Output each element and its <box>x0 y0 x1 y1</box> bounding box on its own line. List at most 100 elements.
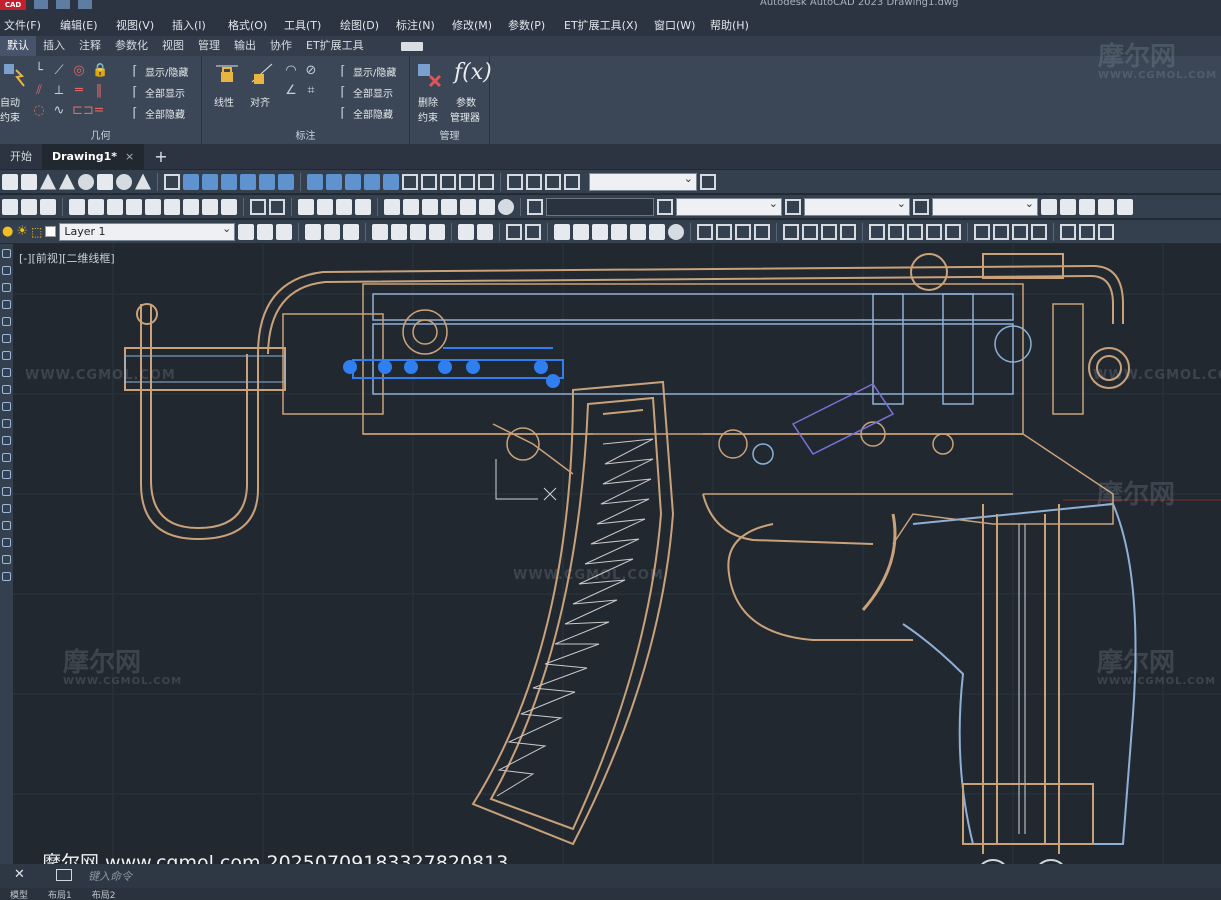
tolerance-icon[interactable] <box>974 223 991 240</box>
union-icon[interactable] <box>183 173 199 190</box>
dimension-show-hide-button[interactable]: ⌈ 显示/隐藏 <box>336 64 396 79</box>
tab-manage[interactable]: 管理 <box>191 36 227 56</box>
dim-update-icon[interactable] <box>1098 223 1115 240</box>
help-icon[interactable] <box>498 198 514 215</box>
quick-access-icon[interactable] <box>78 0 92 9</box>
pan-icon[interactable] <box>298 198 314 215</box>
dim-continue-icon[interactable] <box>907 223 924 240</box>
tab-layout2[interactable]: 布局2 <box>92 888 116 900</box>
jogged-linear-icon[interactable] <box>1031 223 1048 240</box>
zoom-previous-icon[interactable] <box>355 198 371 215</box>
publish-icon[interactable] <box>107 198 123 215</box>
tab-output[interactable]: 输出 <box>227 36 263 56</box>
tab-home[interactable]: 默认 <box>0 36 36 56</box>
props2-icon[interactable] <box>554 223 571 240</box>
sphere-icon[interactable] <box>78 173 94 190</box>
layer-properties-icon[interactable] <box>257 223 274 240</box>
zoom-realtime-icon[interactable] <box>317 198 333 215</box>
layer-unisolate-icon[interactable] <box>1098 198 1114 215</box>
layer-combo[interactable]: Layer 1 <box>59 221 236 241</box>
viewport-controls-label[interactable]: [-][前视][二维线框] <box>19 250 115 266</box>
dimension-show-all-button[interactable]: ⌈ 全部显示 <box>336 85 393 100</box>
undo2-icon[interactable] <box>506 223 523 240</box>
command-history-icon[interactable] <box>56 869 72 881</box>
dim-linear-icon[interactable] <box>697 223 714 240</box>
dim-aligned-icon[interactable] <box>716 223 733 240</box>
save2-icon[interactable] <box>343 223 360 240</box>
table-style-combo[interactable] <box>804 196 910 216</box>
cut2-icon[interactable] <box>458 223 475 240</box>
3d-dwf-icon[interactable] <box>126 198 142 215</box>
match-props-icon[interactable] <box>202 198 218 215</box>
tp2-icon[interactable] <box>592 223 609 240</box>
open2-icon[interactable] <box>324 223 341 240</box>
tab-layout1[interactable]: 布局1 <box>48 888 72 900</box>
dim-jogged-icon[interactable] <box>802 223 819 240</box>
redo2-icon[interactable] <box>525 223 542 240</box>
menu-draw[interactable]: 绘图(D) <box>336 17 392 33</box>
layer-match-icon[interactable] <box>1117 198 1133 215</box>
layer-previous-icon[interactable] <box>1060 198 1076 215</box>
mtext-icon[interactable] <box>2 555 11 564</box>
dim-arc-icon[interactable] <box>735 223 752 240</box>
ellipse-arc-icon[interactable] <box>2 419 11 428</box>
interfere-icon[interactable] <box>440 173 456 190</box>
save-icon[interactable] <box>40 198 56 215</box>
menu-insert[interactable]: 插入(I) <box>168 17 224 33</box>
intersect-icon[interactable] <box>221 173 237 190</box>
auto-constrain-label-1[interactable]: 自动 <box>0 94 20 109</box>
perpendicular-icon[interactable]: ⟂ <box>52 84 66 98</box>
hatch-icon[interactable] <box>2 487 11 496</box>
center-mark-icon[interactable] <box>993 223 1010 240</box>
3d-align-icon[interactable] <box>383 173 399 190</box>
visual-style-combo[interactable] <box>589 171 697 191</box>
revcloud-icon[interactable] <box>2 368 11 377</box>
tab-start[interactable]: 开始 <box>0 144 42 169</box>
layer-states-icon[interactable] <box>1041 198 1057 215</box>
panel-title-dimension[interactable]: 标注 <box>202 127 409 142</box>
parameters-label-2[interactable]: 管理器 <box>450 109 480 124</box>
delete-constraints-label-2[interactable]: 约束 <box>418 109 438 124</box>
plot-preview-icon[interactable] <box>88 198 104 215</box>
copy-icon[interactable] <box>164 198 180 215</box>
cut-icon[interactable] <box>145 198 161 215</box>
menu-format[interactable]: 格式(O) <box>224 17 280 33</box>
layer-color-swatch[interactable] <box>45 226 57 237</box>
xline-icon[interactable] <box>2 266 11 275</box>
layer-lock-icon[interactable]: ⬚ <box>31 225 42 239</box>
symmetric-icon[interactable]: ⊏⊐ <box>72 104 94 118</box>
wedge-icon[interactable] <box>21 173 37 190</box>
new-tab-button[interactable]: + <box>144 144 177 169</box>
tab-parametric[interactable]: 参数化 <box>108 36 155 56</box>
geometry-show-all-button[interactable]: ⌈ 全部显示 <box>128 85 185 100</box>
layer-on-icon[interactable]: ● <box>2 224 13 239</box>
geometry-hide-all-button[interactable]: ⌈ 全部隐藏 <box>128 106 185 121</box>
panel-title-geometry[interactable]: 几何 <box>0 127 201 142</box>
dim-style-icon[interactable] <box>657 198 673 215</box>
insert-block-icon[interactable] <box>2 436 11 445</box>
geometry-show-hide-button[interactable]: ⌈ 显示/隐藏 <box>128 64 188 79</box>
menu-parametric[interactable]: 参数(P) <box>504 17 560 33</box>
polysolid-icon[interactable] <box>135 173 151 190</box>
smooth-icon[interactable]: ∿ <box>52 104 66 118</box>
revolve-icon[interactable] <box>259 173 275 190</box>
dim-ordinate-icon[interactable] <box>754 223 771 240</box>
arc-icon[interactable] <box>2 334 11 343</box>
delete-constraints-label-1[interactable]: 删除 <box>418 94 438 109</box>
dim-angular-icon[interactable] <box>840 223 857 240</box>
slice-icon[interactable] <box>307 173 323 190</box>
sweep-icon[interactable] <box>278 173 294 190</box>
command-input[interactable]: 键入命令 <box>88 868 132 884</box>
subtract-icon[interactable] <box>202 173 218 190</box>
text-style-icon[interactable] <box>527 198 543 215</box>
tab-model[interactable]: 模型 <box>10 888 28 900</box>
text-style-combo[interactable] <box>546 196 654 216</box>
new2-icon[interactable] <box>305 223 322 240</box>
dim-edit-icon[interactable] <box>1060 223 1077 240</box>
dim-diameter-icon[interactable] <box>821 223 838 240</box>
plot2-icon[interactable] <box>372 223 389 240</box>
dim-radius-icon[interactable] <box>783 223 800 240</box>
mleader-style-icon[interactable] <box>913 198 929 215</box>
tab-insert[interactable]: 插入 <box>36 36 72 56</box>
3d-move-icon[interactable] <box>345 173 361 190</box>
